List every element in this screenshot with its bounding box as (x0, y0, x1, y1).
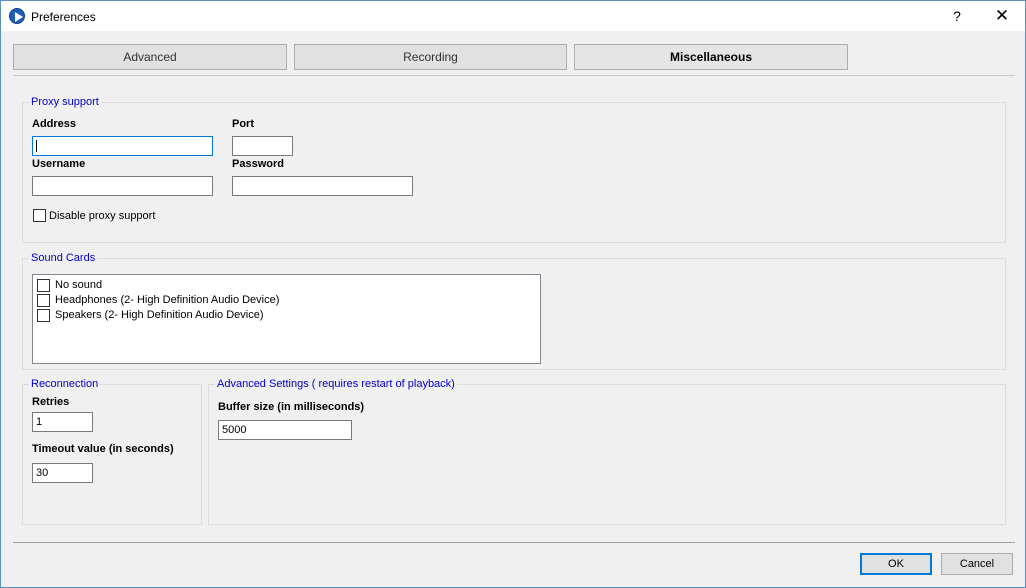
password-label: Password (232, 158, 284, 170)
retries-label: Retries (32, 396, 70, 408)
port-label: Port (232, 118, 254, 130)
advanced-settings-group: Advanced Settings ( requires restart of … (208, 378, 1006, 525)
no-sound-checkbox[interactable] (37, 279, 50, 292)
password-input[interactable] (232, 176, 413, 196)
address-label: Address (32, 118, 77, 130)
reconnection-group: Reconnection Retries 1 Timeout value (in… (22, 378, 202, 525)
headphones-label: Headphones (2- High Definition Audio Dev… (55, 294, 280, 306)
preferences-dialog: Preferences ? ✕ Advanced Recording Misce… (0, 0, 1026, 588)
address-input[interactable] (32, 136, 213, 156)
tab-divider (13, 75, 1015, 76)
disable-proxy-label: Disable proxy support (49, 210, 156, 222)
help-button[interactable]: ? (934, 1, 980, 31)
sound-cards-list[interactable]: No sound Headphones (2- High Definition … (32, 274, 541, 364)
disable-proxy-checkbox[interactable] (33, 209, 46, 222)
close-button[interactable]: ✕ (979, 1, 1025, 31)
tab-advanced[interactable]: Advanced (13, 44, 287, 70)
tab-recording[interactable]: Recording (294, 44, 567, 70)
app-play-icon (9, 8, 25, 24)
ok-button[interactable]: OK (860, 553, 932, 575)
text-caret (36, 140, 37, 152)
speakers-label: Speakers (2- High Definition Audio Devic… (55, 309, 264, 321)
sound-cards-title: Sound Cards (29, 252, 98, 264)
advanced-settings-title: Advanced Settings ( requires restart of … (215, 378, 457, 390)
port-input[interactable] (232, 136, 293, 156)
username-input[interactable] (32, 176, 213, 196)
footer-divider (13, 542, 1015, 543)
cancel-button[interactable]: Cancel (941, 553, 1013, 575)
headphones-checkbox[interactable] (37, 294, 50, 307)
window-title: Preferences (31, 10, 96, 24)
buffer-size-label: Buffer size (in milliseconds) (218, 401, 365, 413)
speakers-checkbox[interactable] (37, 309, 50, 322)
sound-cards-group: Sound Cards No sound Headphones (2- High… (22, 252, 1006, 370)
retries-input[interactable]: 1 (32, 412, 93, 432)
timeout-input[interactable]: 30 (32, 463, 93, 483)
username-label: Username (32, 158, 86, 170)
reconnection-title: Reconnection (29, 378, 101, 390)
no-sound-label: No sound (55, 279, 103, 291)
timeout-label: Timeout value (in seconds) (32, 443, 174, 455)
proxy-support-group: Proxy support Address Port Username Pass… (22, 96, 1006, 243)
tab-miscellaneous[interactable]: Miscellaneous (574, 44, 848, 70)
buffer-size-input[interactable]: 5000 (218, 420, 352, 440)
title-bar: Preferences ? ✕ (1, 1, 1025, 31)
proxy-support-title: Proxy support (29, 96, 101, 108)
